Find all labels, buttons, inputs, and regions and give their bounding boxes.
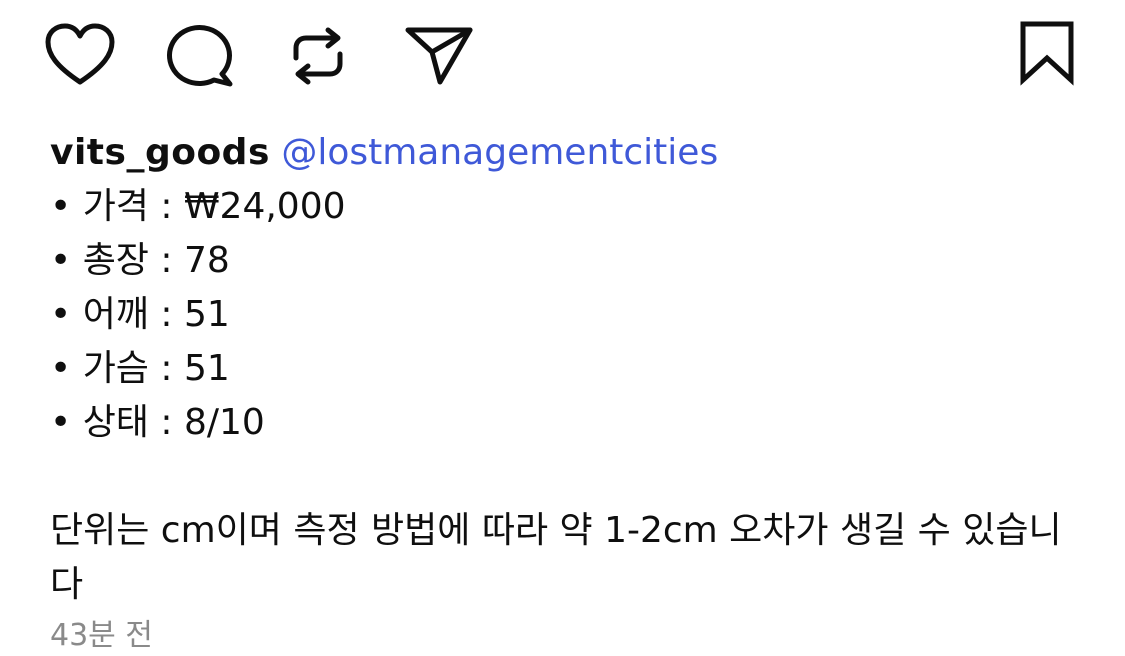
username-link[interactable]: vits_goods bbox=[50, 132, 270, 173]
bullet: • bbox=[50, 348, 72, 389]
paper-plane-icon[interactable] bbox=[404, 22, 474, 88]
spec-item-price: • 가격 : ₩24,000 bbox=[50, 180, 1090, 234]
spec-item-chest: • 가슴 : 51 bbox=[50, 342, 1090, 396]
heart-icon[interactable] bbox=[44, 22, 116, 88]
mention-link[interactable]: @lostmanagementcities bbox=[281, 132, 718, 173]
post-caption: vits_goods @lostmanagementcities • 가격 : … bbox=[50, 126, 1090, 612]
bullet: • bbox=[50, 240, 72, 281]
spec-text: 어깨 : 51 bbox=[82, 294, 230, 335]
post-timestamp: 43분 전 bbox=[50, 618, 153, 653]
spec-text: 가슴 : 51 bbox=[82, 348, 230, 389]
bullet: • bbox=[50, 186, 72, 227]
spec-item-condition: • 상태 : 8/10 bbox=[50, 396, 1090, 450]
spec-text: 총장 : 78 bbox=[82, 240, 230, 281]
spec-list: • 가격 : ₩24,000 • 총장 : 78 • 어깨 : 51 • 가슴 … bbox=[50, 180, 1090, 450]
bookmark-icon[interactable] bbox=[1017, 20, 1077, 86]
bullet: • bbox=[50, 402, 72, 443]
spec-item-length: • 총장 : 78 bbox=[50, 234, 1090, 288]
bullet: • bbox=[50, 294, 72, 335]
post-action-bar bbox=[0, 0, 1125, 110]
speech-bubble-icon[interactable] bbox=[164, 22, 236, 88]
spec-text: 가격 : ₩24,000 bbox=[82, 186, 346, 227]
repost-icon[interactable] bbox=[286, 24, 350, 88]
spec-text: 상태 : 8/10 bbox=[82, 402, 265, 443]
spec-item-shoulder: • 어깨 : 51 bbox=[50, 288, 1090, 342]
measurement-note: 단위는 cm이며 측정 방법에 따라 약 1-2cm 오차가 생길 수 있습니다 bbox=[50, 510, 1062, 605]
caption-header: vits_goods @lostmanagementcities bbox=[50, 126, 1090, 180]
